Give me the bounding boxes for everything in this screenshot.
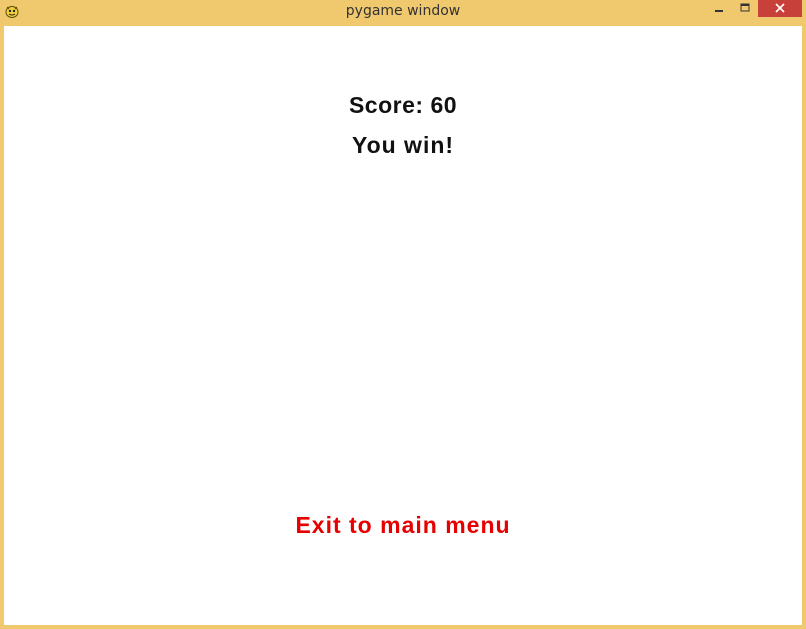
maximize-button[interactable] <box>732 0 758 17</box>
pygame-window: pygame window Score: 60 You win! Exit to… <box>0 0 806 629</box>
close-icon <box>775 0 785 18</box>
maximize-icon <box>740 0 750 18</box>
minimize-icon <box>714 0 724 18</box>
game-canvas[interactable]: Score: 60 You win! Exit to main menu <box>4 26 802 625</box>
minimize-button[interactable] <box>706 0 732 17</box>
close-button[interactable] <box>758 0 802 17</box>
score-display: Score: 60 <box>348 92 458 118</box>
exit-to-main-menu-button[interactable]: Exit to main menu <box>4 512 802 539</box>
result-message: You win! <box>351 132 455 158</box>
window-title: pygame window <box>345 3 461 19</box>
title-bar[interactable]: pygame window <box>0 0 806 24</box>
